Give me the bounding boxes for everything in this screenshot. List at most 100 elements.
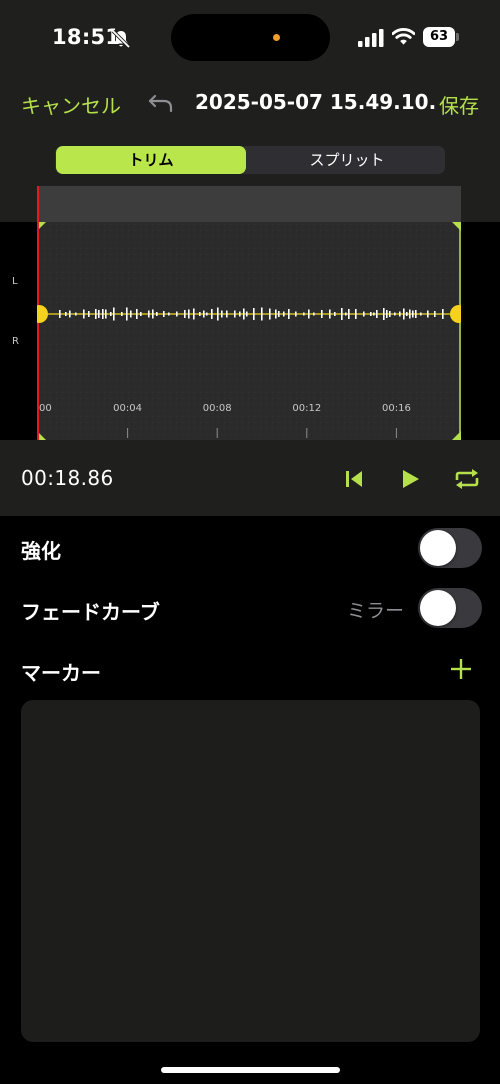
plus-icon[interactable] (450, 658, 472, 680)
waveform-bar (168, 312, 170, 316)
waveform-bar (334, 312, 336, 316)
waveform-bar (176, 311, 178, 317)
waveform-bar (348, 309, 350, 319)
nav-bar: キャンセル 2025-05-07 15.49.10... 保存 (0, 76, 500, 136)
waveform-bar (321, 310, 323, 318)
waveform-bar (427, 310, 429, 318)
waveform-bar (383, 308, 385, 320)
waveform-bar (239, 311, 241, 317)
enhance-toggle-knob (420, 530, 456, 566)
privacy-indicator-dot (273, 34, 280, 41)
waveform-bar (217, 307, 219, 321)
timeline-label: 00:16 (382, 403, 411, 414)
waveform-bar (206, 312, 208, 316)
waveform-bar (102, 309, 104, 319)
fade-curve-value[interactable]: ミラー (347, 596, 404, 623)
waveform-bar (313, 312, 315, 316)
timeline-label: 00:04 (113, 403, 142, 414)
enhance-toggle[interactable] (418, 528, 482, 568)
waveform-bar (69, 310, 71, 318)
skip-to-start-icon[interactable] (343, 468, 365, 490)
waveform-bar (386, 310, 388, 318)
waveform-bar (442, 309, 444, 319)
battery-indicator: 63 (423, 27, 459, 47)
waveform-bar (188, 309, 190, 319)
waveform-bar (345, 312, 347, 316)
waveform-bar (406, 312, 408, 316)
waveform-bar (88, 311, 90, 317)
mode-selector-area: トリム スプリット (0, 136, 500, 186)
waveform-bar (163, 311, 165, 317)
playback-bar: 00:18.86 (0, 440, 500, 516)
duration-label: 00:18.86 (21, 466, 114, 490)
waveform-bar (211, 309, 213, 319)
waveform-bar (253, 308, 255, 320)
marker-list-panel (21, 700, 480, 1042)
waveform-bar (412, 310, 414, 318)
tab-trim[interactable]: トリム (56, 146, 246, 174)
waveform-bar (389, 311, 391, 317)
waveform-editor[interactable]: 00 00:04 00:08 00:12 00:16 (37, 186, 461, 440)
waveform-bar (130, 310, 132, 318)
waveform-bar (329, 309, 331, 319)
waveform-bar (234, 310, 236, 318)
recording-title: 2025-05-07 15.49.10... (195, 90, 435, 114)
left-channel-label: L (12, 276, 18, 287)
cancel-button[interactable]: キャンセル (21, 90, 121, 119)
waveform-bar (288, 309, 290, 319)
fade-curve-label: フェードカーブ (21, 600, 160, 624)
waveform-bar (420, 312, 422, 316)
markers-label: マーカー (21, 661, 101, 685)
timeline-label: 00:08 (203, 403, 232, 414)
waveform-bar (152, 309, 154, 319)
waveform-bar (136, 309, 138, 319)
timeline-label: 00 (39, 403, 52, 414)
waveform-bar (403, 308, 405, 320)
tab-split[interactable]: スプリット (250, 146, 444, 174)
waveform-bar (83, 309, 85, 319)
waveform-bar (394, 312, 396, 316)
waveform-bar (221, 310, 223, 318)
waveform-bar (226, 310, 228, 318)
waveform-bar (409, 309, 411, 319)
waveform-bar (156, 312, 158, 316)
fade-curve-toggle[interactable] (418, 588, 482, 628)
waveform-bar (308, 309, 310, 319)
waveform-bar (199, 312, 201, 316)
waveform-bar (373, 312, 375, 316)
play-icon[interactable] (399, 467, 421, 491)
waveform-bar (193, 308, 195, 320)
waveform-bar (105, 309, 107, 319)
fade-curve-toggle-knob (420, 590, 456, 626)
waveform-bar (275, 309, 277, 319)
waveform-bar (295, 311, 297, 317)
waveform-bar (75, 312, 77, 316)
dynamic-island (171, 14, 330, 61)
repeat-icon[interactable] (454, 467, 480, 491)
waveform-bar (65, 312, 67, 316)
waveform-bar (110, 312, 112, 316)
mode-segmented-control: トリム スプリット (55, 146, 445, 174)
waveform-bar (261, 307, 263, 321)
bell-slash-icon (111, 29, 131, 49)
waveform-bar (113, 307, 115, 321)
waveform-bar (434, 311, 436, 317)
waveform-bar (370, 312, 372, 316)
waveform-bar (121, 312, 123, 316)
waveform-bar (355, 309, 357, 319)
timeline-label: 00:12 (292, 403, 321, 414)
undo-icon[interactable] (147, 92, 175, 116)
home-indicator[interactable] (161, 1067, 340, 1073)
waveform-bar (246, 311, 248, 317)
waveform-bar (243, 308, 245, 320)
waveform-bar (278, 311, 280, 317)
status-bar: 18:51 63 (0, 0, 500, 76)
waveform-bar (148, 310, 150, 318)
waveform-bar (341, 308, 343, 320)
waveform-bar (140, 312, 142, 316)
save-button[interactable]: 保存 (439, 90, 479, 119)
waveform-bar (399, 311, 401, 317)
waveform-bar (283, 311, 285, 317)
right-channel-label: R (12, 336, 19, 347)
wifi-icon (392, 27, 415, 45)
